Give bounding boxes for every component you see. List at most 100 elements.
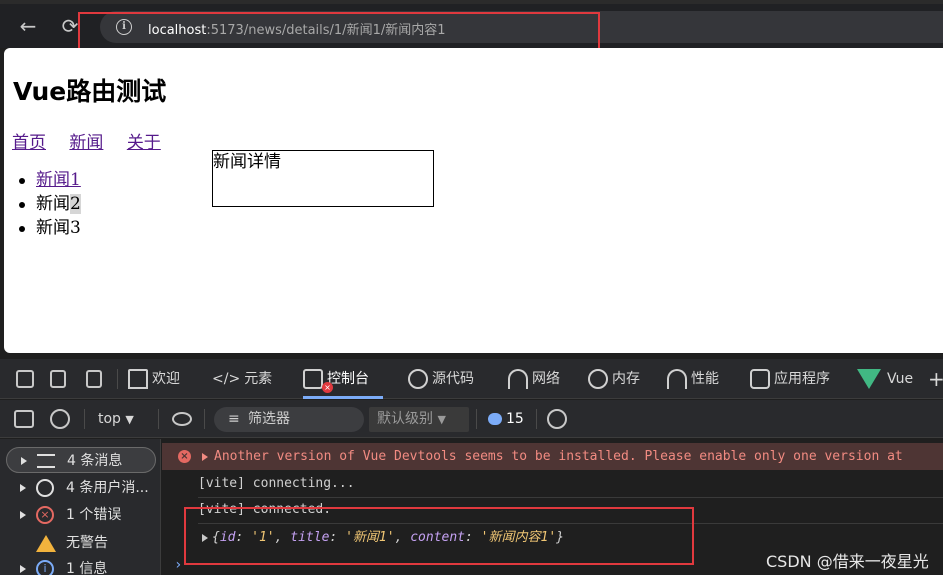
tab-network[interactable]: 网络 [508,359,560,399]
news-item-3[interactable]: 新闻3 [36,218,81,238]
error-message-text: Another version of Vue Devtools seems to… [214,449,903,464]
console-prompt-chevron-icon[interactable]: › [174,557,182,573]
dock-icon[interactable] [86,370,102,388]
warning-icon [36,535,56,552]
sidebar-item-info[interactable]: i 1 信息 [6,556,156,575]
sidebar-label: 4 条消息 [67,453,123,469]
tab-vue[interactable]: Vue [857,359,913,399]
wifi-icon [508,369,528,389]
tab-sources[interactable]: 源代码 [408,359,474,399]
toolbar-separator [536,409,537,429]
tab-label: 源代码 [432,371,474,387]
sidebar-item-errors[interactable]: × 1 个错误 [6,502,156,528]
more-tabs-button[interactable]: + [928,359,943,399]
error-badge-icon: × [322,382,333,393]
caret-down-icon: ▼ [437,413,446,426]
tab-label: 内存 [612,371,640,387]
tab-welcome[interactable]: 欢迎 [128,359,180,399]
context-selector[interactable]: top ▼ [98,400,134,438]
sidebar-toggle-icon[interactable] [14,410,34,428]
user-icon [36,479,54,497]
vue-logo-icon [857,369,881,389]
nav-link-home[interactable]: 首页 [12,133,46,153]
tab-application[interactable]: 应用程序 [750,359,830,399]
home-icon [128,369,148,389]
toolbar-separator [84,409,85,429]
tab-label: Vue [887,371,914,387]
log-level-select[interactable]: 默认级别 ▼ [369,407,469,432]
tab-label: 应用程序 [774,371,830,387]
news-item-2-prefix[interactable]: 新闻 [36,194,70,214]
tab-label: 控制台 [327,371,369,387]
settings-gear-icon[interactable] [547,409,567,429]
device-toolbar-icon[interactable] [50,370,66,388]
filter-icon: ≡ [228,411,240,427]
tab-strip-edge [0,0,943,4]
sidebar-item-warnings[interactable]: 无警告 [6,530,156,556]
context-label: top [98,411,121,427]
sidebar-item-user-messages[interactable]: 4 条用户消... [6,475,156,501]
console-sidebar: 4 条消息 4 条用户消... × 1 个错误 无警告 i 1 信息 [0,439,161,575]
expand-triangle-icon [20,511,26,519]
news-item-2-suffix[interactable]: 2 [70,194,81,214]
code-icon: </> [212,371,241,387]
watermark: CSDN @借来一夜星光 [766,552,929,571]
nav-link-news[interactable]: 新闻 [69,133,103,153]
message-bubble-icon [488,413,502,425]
error-expand-triangle-icon [202,443,212,470]
news-detail-panel: 新闻详情 [212,150,434,207]
console-icon [303,369,323,389]
issues-count: 15 [506,411,524,427]
toolbar-separator [158,409,159,429]
sidebar-label: 无警告 [66,535,108,551]
console-log-line[interactable]: [vite] connecting... [162,470,943,497]
log-level-label: 默认级别 [377,411,433,427]
back-button[interactable]: ← [16,14,40,38]
inspect-icon[interactable] [16,370,34,388]
tab-label: 元素 [244,371,273,387]
news-list-item: 新闻3 [19,216,81,240]
tab-performance[interactable]: 性能 [667,359,719,399]
list-icon [37,454,55,468]
nav-link-about[interactable]: 关于 [127,133,161,153]
news-list: 新闻1 新闻2 新闻3 [19,168,81,240]
filter-input[interactable]: ≡ 筛选器 [214,407,364,432]
eye-icon[interactable] [172,412,192,426]
page-title: Vue路由测试 [13,77,167,106]
error-icon: × [36,506,54,524]
filter-placeholder: 筛选器 [248,411,290,427]
news-list-item: 新闻1 [19,168,81,192]
reload-icon: ⟳ [61,14,79,38]
info-circle-icon: i [36,560,54,575]
bug-icon [408,369,428,389]
tab-console[interactable]: 控制台 [303,359,383,399]
news-detail-text: 新闻详情 [213,152,281,172]
sidebar-item-messages[interactable]: 4 条消息 [6,447,156,473]
sidebar-label: 4 条用户消... [66,480,149,496]
expand-triangle-icon [20,484,26,492]
log-text: [vite] connecting... [198,476,355,491]
tab-elements[interactable]: </> 元素 [212,359,272,399]
news-link-1[interactable]: 新闻1 [36,170,81,190]
clear-console-icon[interactable] [50,409,70,429]
tab-label: 欢迎 [152,371,180,387]
chip-icon [588,369,608,389]
window-icon [750,369,770,389]
sidebar-label: 1 个错误 [66,507,122,523]
tab-memory[interactable]: 内存 [588,359,640,399]
issues-counter[interactable]: 15 [488,400,524,438]
object-highlight-box [184,507,694,565]
expand-triangle-icon [20,565,26,573]
gauge-icon [667,369,687,389]
sidebar-label: 1 信息 [66,561,108,575]
tab-label: 网络 [532,371,560,387]
tab-separator [117,369,118,389]
page-viewport: Vue路由测试 首页 新闻 关于 新闻1 新闻2 新闻3 新闻详情 [4,48,943,353]
toolbar-separator [476,409,477,429]
news-list-item: 新闻2 [19,192,81,216]
error-circle-icon: × [178,450,191,463]
router-nav: 首页 新闻 关于 [12,128,179,153]
console-error-message[interactable]: × Another version of Vue Devtools seems … [162,443,943,470]
caret-down-icon: ▼ [125,413,134,426]
tab-label: 性能 [691,371,719,387]
